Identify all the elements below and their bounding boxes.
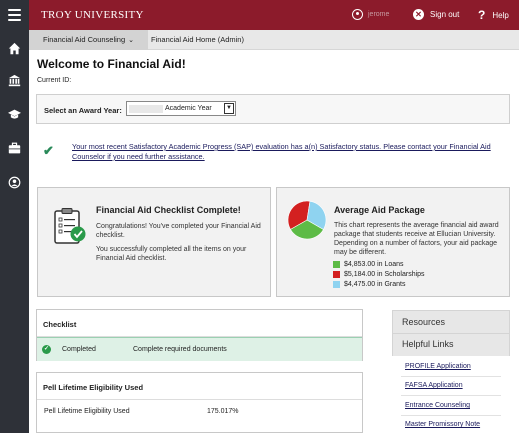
checklist-panel-title: Checklist — [37, 310, 362, 337]
legend-scholarships: $5,184.00 in Scholarships — [333, 271, 425, 278]
legend-swatch-loans — [333, 261, 340, 268]
breadcrumb: Financial Aid Counseling ⌄ Financial Aid … — [29, 30, 519, 50]
user-menu[interactable]: jerome — [352, 9, 389, 20]
pell-row: Pell Lifetime Eligibility Used 175.017% — [37, 400, 362, 424]
menu-icon[interactable] — [0, 0, 29, 30]
checklist-status: Completed — [62, 346, 96, 353]
pell-value: 175.017% — [207, 408, 239, 415]
checkmark-icon: ✔ — [43, 143, 54, 158]
award-year-select[interactable]: Academic Year ▼ — [126, 101, 236, 116]
helpful-links-heading: Helpful Links — [392, 334, 510, 356]
legend-label-loans: $4,853.00 in Loans — [344, 261, 404, 268]
award-year-panel: Select an Award Year: Academic Year ▼ — [36, 94, 510, 124]
sap-message-link[interactable]: Your most recent Satisfactory Academic P… — [72, 142, 512, 162]
brand-logo[interactable]: TROY UNIVERSITY — [41, 9, 144, 21]
graduation-cap-icon[interactable] — [0, 104, 29, 124]
checklist-item: Complete required documents — [133, 346, 227, 353]
checklist-card-line1: Congratulations! You've completed your F… — [96, 223, 261, 239]
legend-swatch-grants — [333, 281, 340, 288]
pell-panel: Pell Lifetime Eligibility Used Pell Life… — [36, 372, 363, 433]
briefcase-icon[interactable] — [0, 138, 29, 158]
legend-label-grants: $4,475.00 in Grants — [344, 281, 406, 288]
checklist-row[interactable]: ✓ Completed Complete required documents — [37, 337, 362, 361]
close-circle-icon: ✕ — [413, 9, 424, 20]
dropdown-arrow-icon: ▼ — [224, 103, 234, 114]
link-divider — [401, 395, 501, 396]
legend-loans: $4,853.00 in Loans — [333, 261, 404, 268]
link-fafsa-application[interactable]: FAFSA Application — [405, 382, 463, 389]
aid-card-title: Average Aid Package — [334, 205, 425, 215]
breadcrumb-parent-label: Financial Aid Counseling — [43, 35, 126, 44]
award-year-label: Select an Award Year: — [44, 106, 122, 115]
checklist-panel: Checklist ✓ Completed Complete required … — [36, 309, 363, 361]
user-name: jerome — [368, 11, 390, 18]
help-button[interactable]: ? Help — [478, 8, 509, 22]
question-icon: ? — [478, 8, 486, 22]
aid-card-description: This chart represents the average financ… — [334, 222, 499, 256]
checklist-card-title: Financial Aid Checklist Complete! — [96, 205, 241, 215]
chevron-down-icon: ⌄ — [128, 37, 135, 44]
pell-label: Pell Lifetime Eligibility Used — [44, 408, 130, 415]
page-title: Welcome to Financial Aid! — [37, 57, 186, 71]
link-entrance-counseling[interactable]: Entrance Counseling — [405, 402, 470, 409]
top-bar: TROY UNIVERSITY jerome ✕ Sign out ? Help — [0, 0, 519, 30]
institution-icon[interactable] — [0, 70, 29, 90]
legend-swatch-scholarships — [333, 271, 340, 278]
award-year-blank — [129, 105, 163, 113]
legend-grants: $4,475.00 in Grants — [333, 281, 406, 288]
legend-label-scholarships: $5,184.00 in Scholarships — [344, 271, 425, 278]
sign-out-label: Sign out — [430, 10, 460, 19]
pell-panel-title: Pell Lifetime Eligibility Used — [37, 373, 362, 400]
link-master-promissory-note[interactable]: Master Promissory Note — [405, 421, 480, 428]
user-icon — [352, 9, 363, 20]
home-icon[interactable] — [0, 38, 29, 58]
user-circle-icon[interactable] — [0, 172, 29, 192]
aid-pie-chart — [287, 200, 327, 240]
award-year-value: Academic Year — [165, 105, 212, 112]
side-nav — [0, 30, 29, 433]
breadcrumb-current: Financial Aid Home (Admin) — [151, 35, 244, 44]
help-label: Help — [492, 10, 509, 20]
resources-heading: Resources — [392, 310, 510, 334]
checklist-card-line2: You successfully completed all the items… — [96, 246, 247, 262]
link-profile-application[interactable]: PROFILE Application — [405, 363, 471, 370]
clipboard-check-icon — [54, 208, 86, 244]
checklist-complete-card: Financial Aid Checklist Complete! Congra… — [37, 187, 271, 297]
sign-out-button[interactable]: ✕ Sign out — [413, 9, 459, 20]
breadcrumb-parent[interactable]: Financial Aid Counseling ⌄ — [29, 30, 149, 50]
link-divider — [401, 376, 501, 377]
link-divider — [401, 415, 501, 416]
current-id-label: Current ID: — [37, 77, 72, 84]
main-content: Welcome to Financial Aid! Current ID: Se… — [29, 50, 519, 433]
average-aid-card: Average Aid Package This chart represent… — [276, 187, 510, 297]
check-circle-icon: ✓ — [42, 345, 51, 354]
